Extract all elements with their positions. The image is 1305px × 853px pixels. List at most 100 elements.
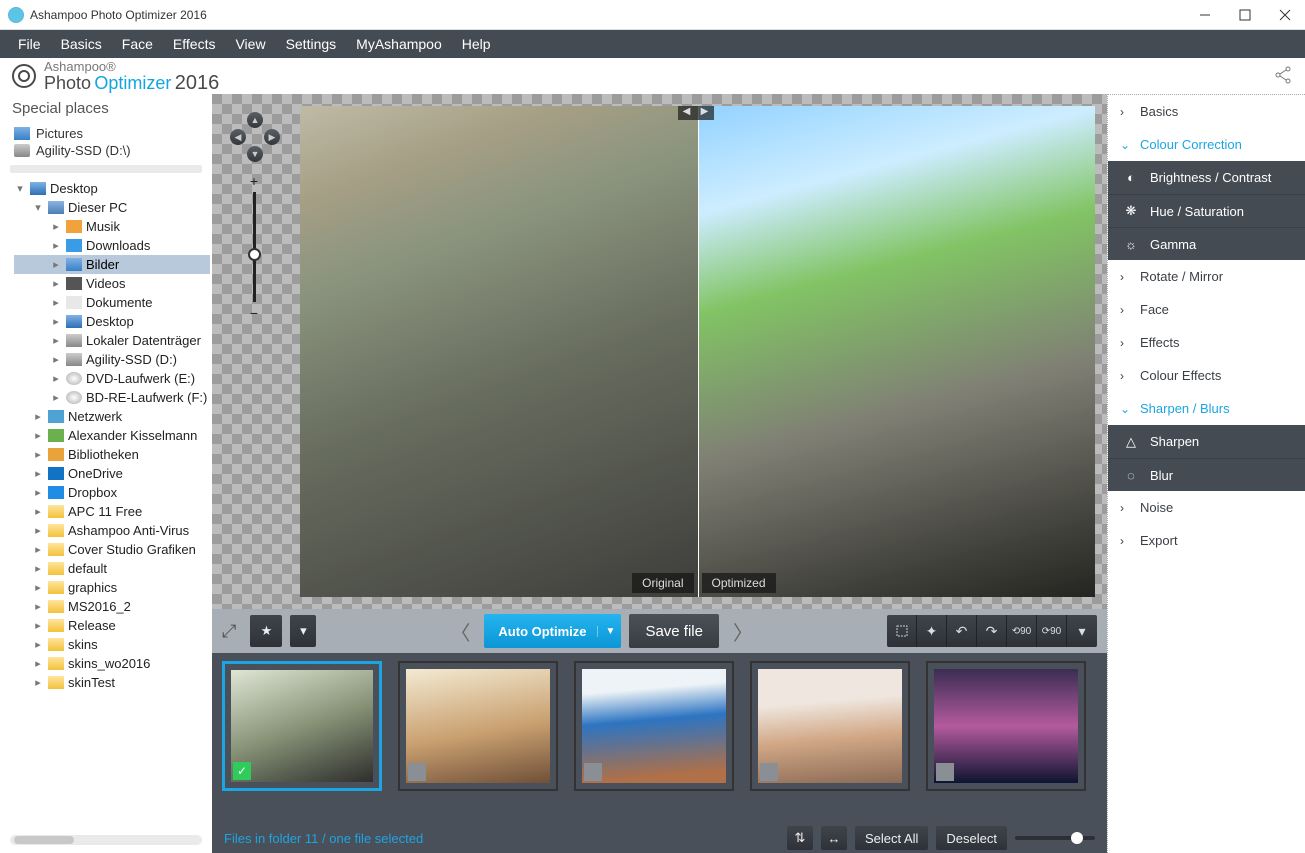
sort-button[interactable]: ⇅ [787,826,813,850]
chevron-right-icon[interactable]: ▸ [32,581,44,594]
rotate-left-icon[interactable]: ⟲90 [1007,615,1037,647]
chevron-right-icon[interactable]: ▸ [32,676,44,689]
tools-dropdown[interactable]: ▾ [1067,615,1097,647]
menu-help[interactable]: Help [452,36,501,52]
chevron-down-icon[interactable]: ▾ [32,201,44,214]
panel-item-gamma[interactable]: ☼Gamma [1108,227,1305,260]
tree-item-default[interactable]: ▸default [14,559,210,578]
tree-item-downloads[interactable]: ▸Downloads [14,236,210,255]
chevron-right-icon[interactable]: ▸ [32,410,44,423]
select-all-button[interactable]: Select All [855,826,928,850]
chevron-right-icon[interactable]: ▸ [50,334,62,347]
panel-head-colour-correction[interactable]: ⌄Colour Correction [1108,128,1305,161]
chevron-right-icon[interactable]: ▸ [32,448,44,461]
tree-item-bibliotheken[interactable]: ▸Bibliotheken [14,445,210,464]
undo-icon[interactable]: ↶ [947,615,977,647]
panel-item-blur[interactable]: ◌Blur [1108,458,1305,491]
zoom-out-icon[interactable]: − [250,306,258,320]
menu-effects[interactable]: Effects [163,36,226,52]
favorite-button[interactable]: ★ [250,615,282,647]
chevron-right-icon[interactable]: ▸ [32,467,44,480]
panel-head-effects[interactable]: ›Effects [1108,326,1305,359]
panel-item-brightness-contrast[interactable]: ◐Brightness / Contrast [1108,161,1305,194]
chevron-right-icon[interactable]: ▸ [50,258,62,271]
redo-icon[interactable]: ↷ [977,615,1007,647]
minimize-button[interactable] [1185,0,1225,30]
maximize-button[interactable] [1225,0,1265,30]
chevron-right-icon[interactable]: ▸ [50,353,62,366]
menu-myashampoo[interactable]: MyAshampoo [346,36,452,52]
panel-head-colour-effects[interactable]: ›Colour Effects [1108,359,1305,392]
tree-item-alexander-kisselmann[interactable]: ▸Alexander Kisselmann [14,426,210,445]
tree-item-bd-re-laufwerk-f-[interactable]: ▸BD-RE-Laufwerk (F:) [14,388,210,407]
close-button[interactable] [1265,0,1305,30]
tree-item-dieser-pc[interactable]: ▾Dieser PC [14,198,210,217]
thumbnail-4[interactable] [750,661,910,791]
crop-icon[interactable] [887,615,917,647]
thumbnail-1[interactable]: ✓ [222,661,382,791]
pan-down-button[interactable]: ▼ [247,146,263,162]
tree-item-ms2016-2[interactable]: ▸MS2016_2 [14,597,210,616]
menu-settings[interactable]: Settings [276,36,347,52]
tree-item-ashampoo-anti-virus[interactable]: ▸Ashampoo Anti-Virus [14,521,210,540]
fullscreen-icon[interactable]: ⤢ [222,621,236,642]
panel-head-sharpen-blurs[interactable]: ⌄Sharpen / Blurs [1108,392,1305,425]
pan-up-button[interactable]: ▲ [247,112,263,128]
tree-item-desktop[interactable]: ▸Desktop [14,312,210,331]
chevron-right-icon[interactable]: ▸ [32,429,44,442]
panel-head-noise[interactable]: ›Noise [1108,491,1305,524]
chevron-right-icon[interactable]: ▸ [32,524,44,537]
zoom-slider[interactable]: + − [247,174,261,320]
tree-item-skins-wo2016[interactable]: ▸skins_wo2016 [14,654,210,673]
save-file-button[interactable]: Save file [629,614,719,648]
auto-optimize-button[interactable]: Auto Optimize▼ [484,614,621,648]
auto-optimize-dropdown[interactable]: ▼ [597,626,616,637]
panel-item-sharpen[interactable]: △Sharpen [1108,425,1305,458]
wand-icon[interactable]: ✦ [917,615,947,647]
prev-image-button[interactable]: 〈 [444,617,476,646]
zoom-thumb[interactable] [248,248,261,261]
favorite-dropdown[interactable]: ▾ [290,615,316,647]
panel-item-hue-saturation[interactable]: ❋Hue / Saturation [1108,194,1305,227]
thumbnail-3[interactable] [574,661,734,791]
chevron-right-icon[interactable]: ▸ [50,391,62,404]
compare-divider[interactable] [698,106,699,597]
tree-item-dokumente[interactable]: ▸Dokumente [14,293,210,312]
menu-file[interactable]: File [8,36,51,52]
tree-item-agility-ssd-d-[interactable]: ▸Agility-SSD (D:) [14,350,210,369]
special-scrollbar[interactable] [10,165,202,173]
tree-item-desktop[interactable]: ▾Desktop [14,179,210,198]
tree-item-cover-studio-grafiken[interactable]: ▸Cover Studio Grafiken [14,540,210,559]
thumbnail-2[interactable] [398,661,558,791]
tree-item-graphics[interactable]: ▸graphics [14,578,210,597]
pan-right-button[interactable]: ▶ [264,129,280,145]
menu-basics[interactable]: Basics [51,36,112,52]
chevron-right-icon[interactable]: ▸ [50,296,62,309]
tree-item-bilder[interactable]: ▸Bilder [14,255,210,274]
menu-view[interactable]: View [225,36,275,52]
tree-item-apc-11-free[interactable]: ▸APC 11 Free [14,502,210,521]
tree-scrollbar[interactable] [10,835,202,845]
chevron-right-icon[interactable]: ▸ [50,239,62,252]
tree-item-netzwerk[interactable]: ▸Netzwerk [14,407,210,426]
pan-left-button[interactable]: ◀ [230,129,246,145]
tree-item-musik[interactable]: ▸Musik [14,217,210,236]
special-item-pictures[interactable]: Pictures [14,125,198,142]
deselect-button[interactable]: Deselect [936,826,1007,850]
panel-head-face[interactable]: ›Face [1108,293,1305,326]
chevron-right-icon[interactable]: ▸ [32,638,44,651]
tree-item-dvd-laufwerk-e-[interactable]: ▸DVD-Laufwerk (E:) [14,369,210,388]
chevron-right-icon[interactable]: ▸ [50,220,62,233]
zoom-in-icon[interactable]: + [250,174,258,188]
chevron-right-icon[interactable]: ▸ [50,277,62,290]
tree-item-videos[interactable]: ▸Videos [14,274,210,293]
tree-item-lokaler-datentr-ger[interactable]: ▸Lokaler Datenträger [14,331,210,350]
image-viewer[interactable]: ◀▶ Original Optimized ▲ ▼ ◀ ▶ + − [212,94,1107,609]
tree-item-release[interactable]: ▸Release [14,616,210,635]
chevron-right-icon[interactable]: ▸ [32,619,44,632]
menu-face[interactable]: Face [112,36,163,52]
share-icon[interactable] [1273,65,1293,88]
fit-width-button[interactable]: ↔ [821,826,847,850]
panel-head-export[interactable]: ›Export [1108,524,1305,557]
tree-item-skintest[interactable]: ▸skinTest [14,673,210,692]
